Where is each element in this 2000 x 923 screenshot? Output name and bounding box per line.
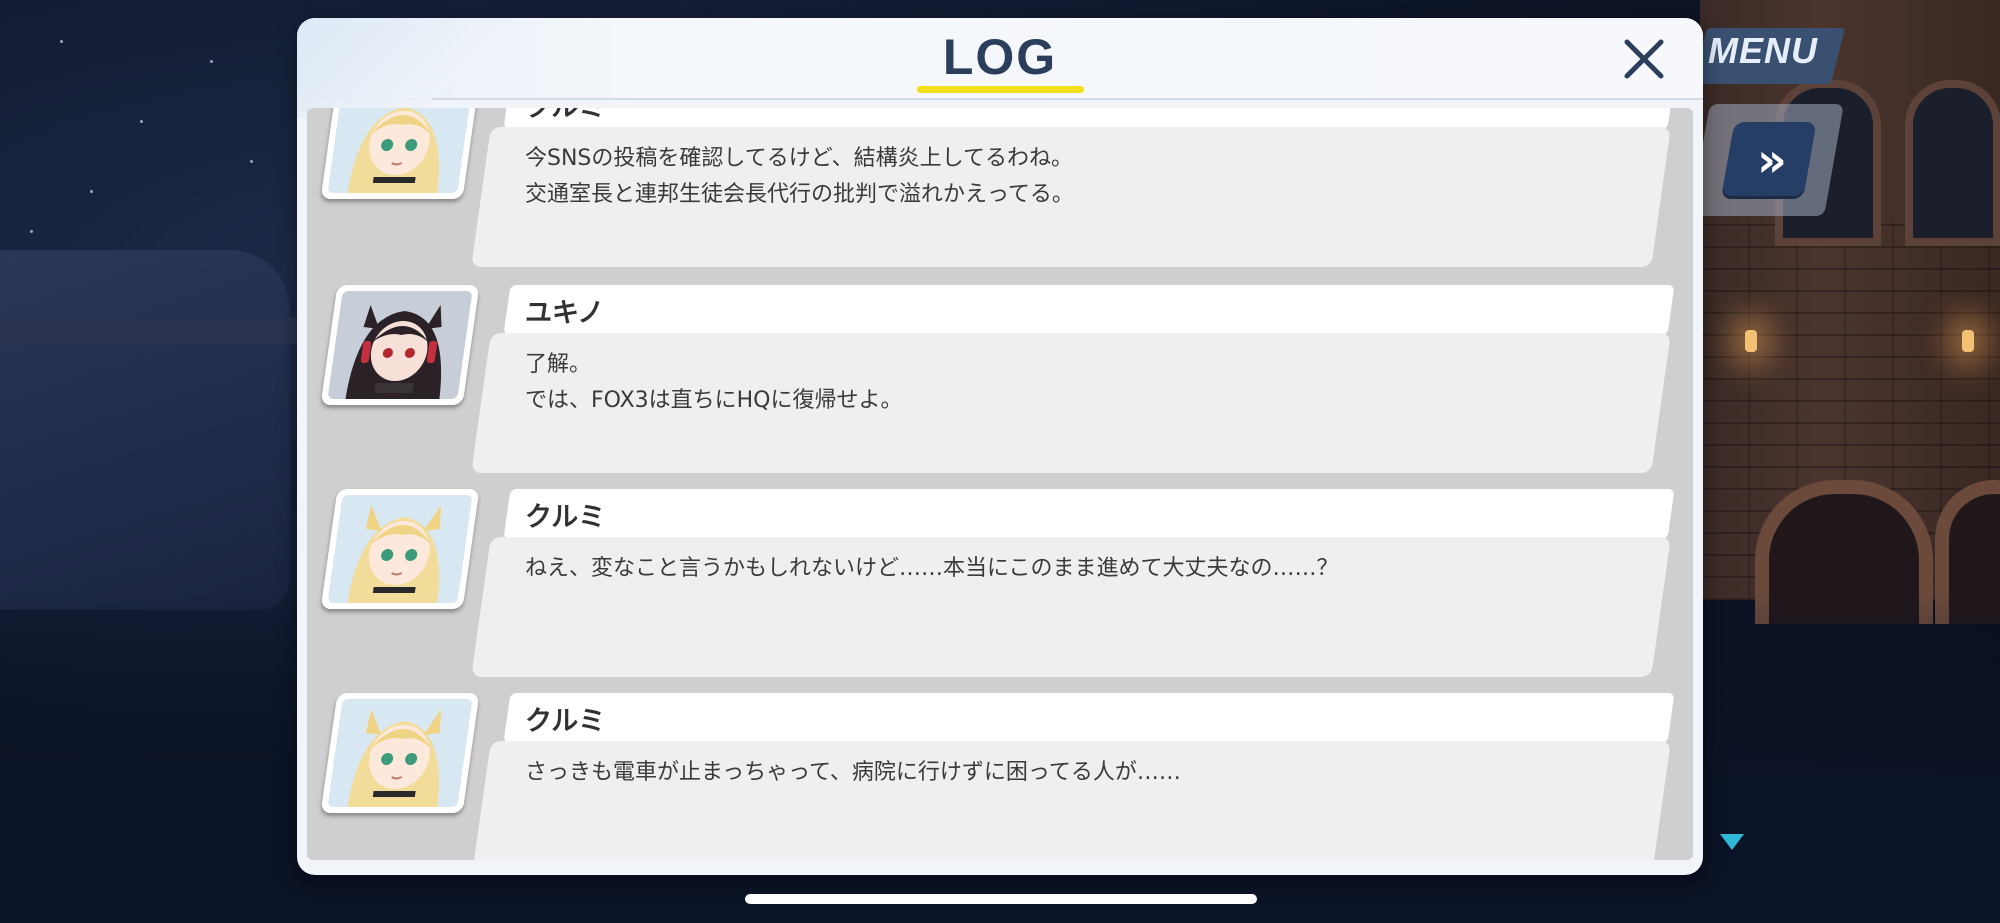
log-entry: クルミ 今SNSの投稿を確認してるけど、結構炎上してるわね。 交通室長と連邦生徒…: [307, 108, 1693, 269]
building-window: [1905, 80, 2000, 246]
speaker-name: クルミ: [525, 706, 606, 737]
log-entry: ユキノ 了解。 では、FOX3は直ちにHQに復帰せよ。: [307, 285, 1693, 475]
speaker-name-bar: [503, 693, 1675, 743]
home-indicator-bar[interactable]: [745, 894, 1257, 904]
title-underline: [917, 86, 1084, 93]
message-text: ねえ、変なこと言うかもしれないけど……本当にこのまま進めて大丈夫なの……？: [525, 556, 1339, 581]
kurumi-portrait: [327, 108, 473, 193]
lamp-light: [1745, 330, 1757, 352]
menu-button-label[interactable]: MENU: [1708, 30, 1818, 72]
avatar[interactable]: [320, 285, 480, 405]
speaker-name-bar: [503, 285, 1675, 335]
pole-silhouette: [0, 318, 300, 344]
speaker-name-bar: [503, 108, 1675, 129]
speaker-name: クルミ: [525, 502, 606, 533]
avatar[interactable]: [320, 693, 480, 813]
close-button[interactable]: [1617, 32, 1671, 86]
speaker-name: クルミ: [525, 108, 605, 124]
message-text: 今SNSの投稿を確認してるけど、結構炎上してるわね。 交通室長と連邦生徒会長代行…: [525, 146, 1074, 207]
fast-forward-icon[interactable]: »: [1742, 132, 1802, 188]
tarp-silhouette: [0, 250, 290, 610]
speaker-name-bar: [503, 489, 1675, 539]
kurumi-portrait: [327, 699, 473, 807]
lamp-light: [1962, 330, 1974, 352]
avatar[interactable]: [320, 489, 480, 609]
speaker-name: ユキノ: [525, 298, 605, 329]
avatar[interactable]: [320, 108, 480, 199]
log-header: LOG: [297, 18, 1703, 118]
yukino-portrait: [327, 291, 473, 399]
log-entry: クルミ ねえ、変なこと言うかもしれないけど……本当にこのまま進めて大丈夫なの………: [307, 489, 1693, 679]
close-x-icon[interactable]: [1617, 32, 1671, 86]
triangle-down-icon[interactable]: [1720, 834, 1744, 850]
message-text: さっきも電車が止まっちゃって、病院に行けずに困ってる人が……: [525, 760, 1181, 785]
log-entry: クルミ さっきも電車が止まっちゃって、病院に行けずに困ってる人が……: [307, 693, 1693, 860]
log-list[interactable]: クルミ 今SNSの投稿を確認してるけど、結構炎上してるわね。 交通室長と連邦生徒…: [307, 108, 1693, 860]
log-title: LOG: [942, 29, 1058, 85]
log-dialog: LOG 今SNSの投稿を確認してるけど、結構炎上してるわね。 交通室長と連邦生徒…: [297, 18, 1703, 875]
kurumi-portrait: [327, 495, 473, 603]
message-text: 了解。 では、FOX3は直ちにHQに復帰せよ。: [525, 352, 903, 413]
